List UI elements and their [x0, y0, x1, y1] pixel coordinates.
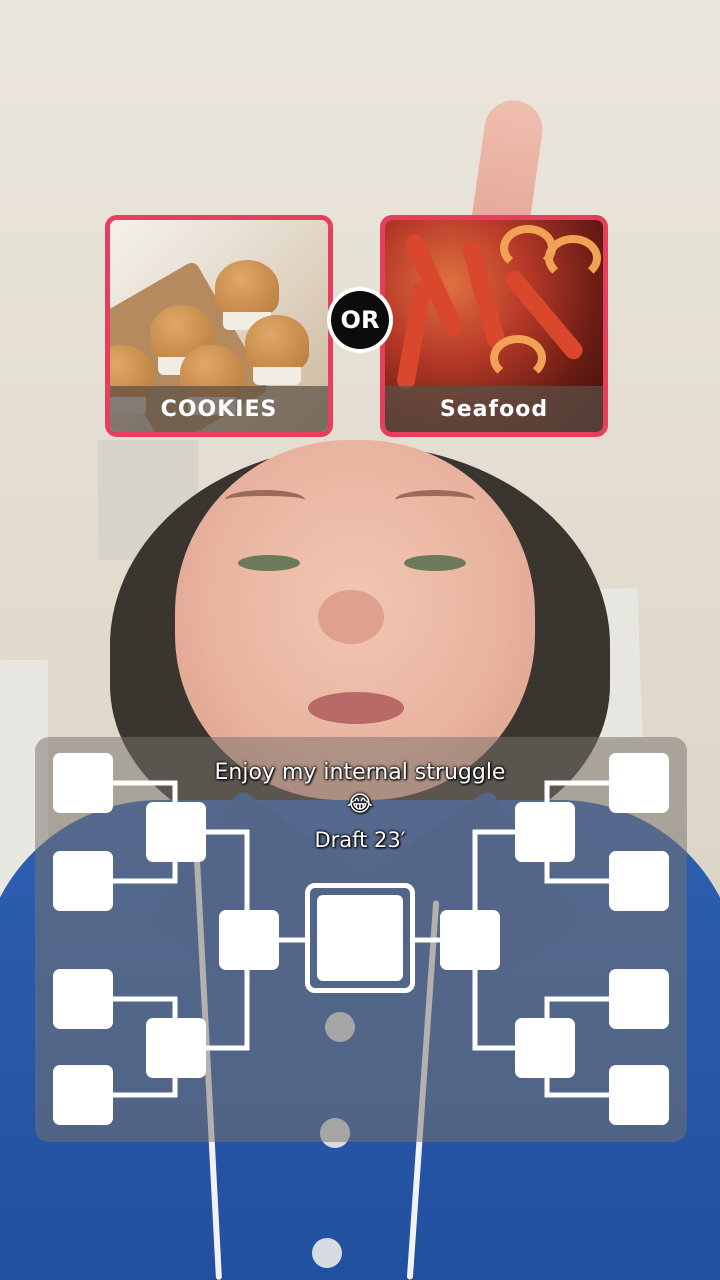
- muffin: [245, 315, 309, 385]
- mouth: [308, 692, 404, 724]
- shirt-button: [312, 1238, 342, 1268]
- bracket-slot[interactable]: [146, 1018, 206, 1078]
- bracket-final-slot[interactable]: [317, 895, 403, 981]
- or-label: OR: [331, 291, 389, 349]
- crab-leg: [461, 239, 507, 351]
- eye-right: [404, 555, 466, 571]
- nose: [318, 590, 384, 644]
- bracket-slot[interactable]: [53, 969, 113, 1029]
- choice-card-cookies[interactable]: COOKIES: [105, 215, 333, 437]
- bracket-slot[interactable]: [53, 1065, 113, 1125]
- bracket-slot[interactable]: [609, 851, 669, 911]
- bracket-slot[interactable]: [609, 969, 669, 1029]
- eyebrow-left: [225, 490, 305, 510]
- or-badge: OR: [327, 287, 393, 353]
- bracket-slot[interactable]: [53, 851, 113, 911]
- eye-left: [238, 555, 300, 571]
- caption-emoji: 😂: [347, 792, 373, 817]
- bracket-slot[interactable]: [440, 910, 500, 970]
- caption-line: Enjoy my internal struggle: [214, 760, 506, 785]
- shrimp: [490, 335, 546, 381]
- choice-label-right: Seafood: [385, 386, 603, 432]
- caption-line: Draft 23′: [314, 828, 406, 852]
- bracket-slot[interactable]: [219, 910, 279, 970]
- choice-card-seafood[interactable]: Seafood: [380, 215, 608, 437]
- muffin: [215, 260, 279, 330]
- choice-label-left: COOKIES: [110, 386, 328, 432]
- eyebrow-right: [395, 490, 475, 510]
- bracket-slot[interactable]: [609, 1065, 669, 1125]
- shrimp: [545, 235, 601, 281]
- bracket-slot[interactable]: [515, 1018, 575, 1078]
- crab-leg: [395, 279, 433, 391]
